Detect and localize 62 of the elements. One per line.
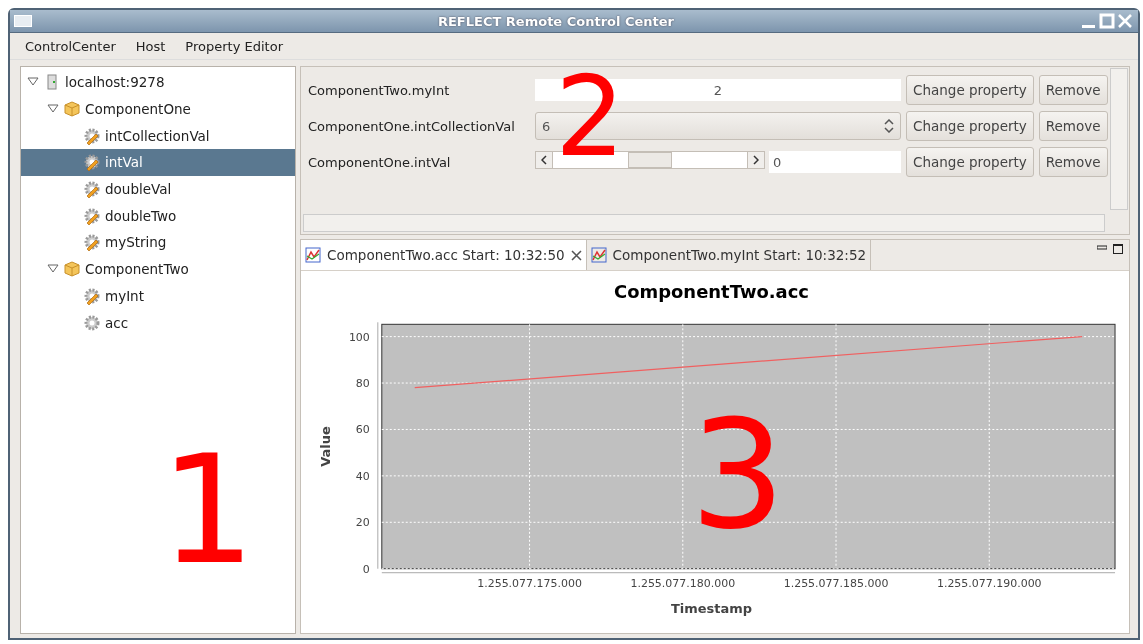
y-tick-label: 60 — [355, 423, 370, 437]
property-name: ComponentTwo.myInt — [308, 82, 451, 98]
x-tick-label: 1.255.077.175.000 — [477, 576, 582, 590]
x-tick-label: 1.255.077.190.000 — [936, 576, 1042, 590]
expanded-icon[interactable] — [27, 77, 39, 88]
x-axis-label: Timestamp — [671, 600, 752, 616]
expanded-icon[interactable] — [47, 264, 59, 275]
tree-item[interactable]: intCollectionVal — [21, 122, 295, 150]
vertical-scrollbar[interactable] — [1110, 68, 1128, 210]
chart-icon — [590, 247, 607, 263]
expanded-icon[interactable] — [47, 104, 59, 115]
value-field[interactable]: 0 — [769, 151, 901, 173]
x-tick-label: 1.255.077.185.000 — [783, 576, 889, 590]
change-property-button[interactable]: Change property — [906, 111, 1034, 141]
gear-pencil-icon — [83, 180, 101, 199]
tree-item[interactable]: acc — [21, 309, 295, 336]
y-axis-label: Value — [317, 426, 333, 467]
arrow-left-icon[interactable] — [541, 155, 547, 165]
remove-button[interactable]: Remove — [1038, 111, 1108, 141]
tree-item[interactable]: doubleTwo — [21, 202, 295, 230]
gear-pencil-icon — [83, 206, 101, 225]
tree-item[interactable]: doubleVal — [21, 175, 295, 203]
remove-button[interactable]: Remove — [1038, 75, 1108, 105]
tree-item[interactable]: localhost:9278 — [21, 69, 295, 96]
tree-item[interactable]: myInt — [21, 282, 295, 310]
chart-icon — [305, 247, 321, 263]
arrow-right-icon[interactable] — [753, 155, 759, 165]
y-tick-label: 40 — [355, 469, 370, 483]
gear-pencil-icon — [83, 233, 101, 252]
tree-item[interactable]: ComponentOne — [21, 95, 295, 123]
gear-pencil-icon — [83, 286, 101, 305]
y-tick-label: 0 — [362, 562, 370, 576]
tree-item[interactable]: intVal — [21, 149, 295, 176]
horizontal-scrollbar[interactable] — [303, 214, 1105, 232]
callout-number: 1 — [160, 435, 256, 585]
gear-pencil-icon — [83, 153, 101, 172]
cube-icon — [63, 260, 81, 279]
close-icon[interactable] — [570, 249, 582, 261]
gear-icon — [83, 313, 101, 332]
window-title: REFLECT Remote Control Center — [436, 13, 676, 29]
callout-number: 3 — [690, 400, 786, 550]
menu-item[interactable]: ControlCenter — [22, 36, 119, 56]
change-property-button[interactable]: Change property — [906, 75, 1034, 105]
remove-button[interactable]: Remove — [1038, 147, 1108, 177]
spinner-icon — [884, 119, 894, 133]
chart-title: ComponentTwo.acc — [614, 281, 809, 303]
tree-item[interactable]: myString — [21, 229, 295, 256]
change-property-button[interactable]: Change property — [906, 147, 1034, 177]
tab[interactable]: ComponentTwo.acc Start: 10:32:50 — [301, 240, 587, 270]
y-tick-label: 80 — [355, 377, 370, 390]
property-name: ComponentOne.intVal — [308, 154, 452, 170]
y-tick-label: 20 — [355, 516, 370, 530]
slider-thumb[interactable] — [628, 152, 672, 168]
cube-icon — [63, 100, 81, 119]
property-name: ComponentOne.intCollectionVal — [308, 118, 516, 134]
menu-item[interactable]: Property Editor — [182, 36, 286, 56]
tree-item[interactable]: ComponentTwo — [21, 255, 295, 283]
gear-pencil-icon — [83, 126, 101, 145]
x-tick-label: 1.255.077.180.000 — [630, 576, 736, 590]
maximize-icon[interactable] — [1113, 244, 1123, 254]
y-tick-label: 100 — [348, 330, 370, 344]
menu-item[interactable]: Host — [132, 36, 169, 56]
